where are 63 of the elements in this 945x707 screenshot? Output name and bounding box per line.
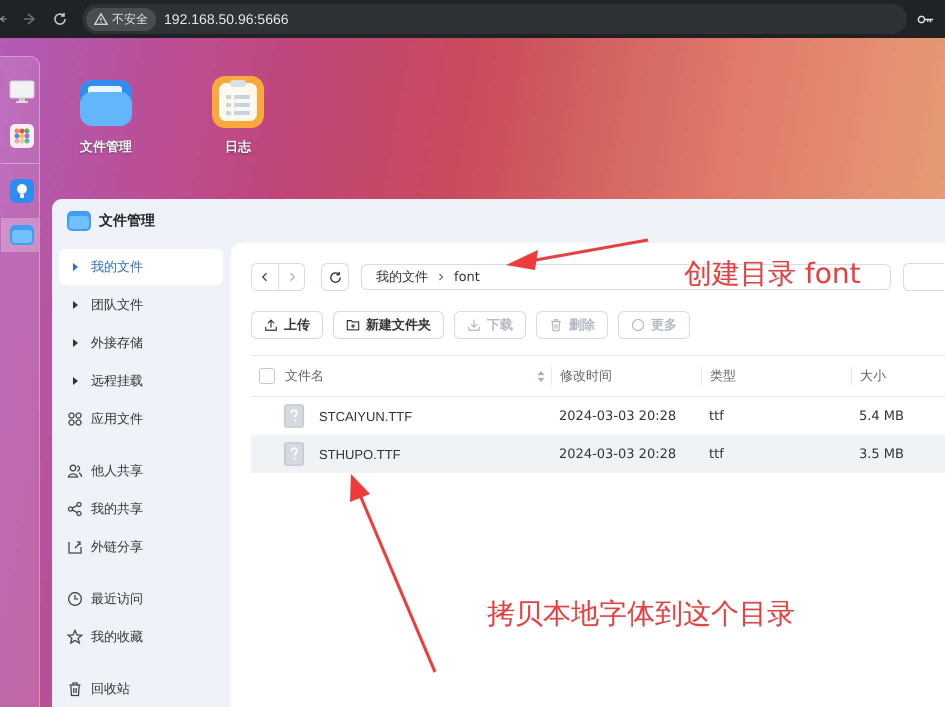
table-cell: ttf <box>709 408 724 424</box>
security-chip[interactable]: 不安全 <box>86 8 156 30</box>
forward-arrow-icon[interactable] <box>22 11 38 27</box>
clock-icon <box>67 591 83 607</box>
file-row[interactable]: STCAIYUN.TTF 2024-03-03 20:28 ttf 5.4 MB <box>251 397 945 435</box>
chevron-right-icon <box>438 273 444 281</box>
unknown-file-icon <box>283 441 305 467</box>
file-row[interactable]: STHUPO.TTF 2024-03-03 20:28 ttf 3.5 MB <box>251 435 945 473</box>
table-cell: 2024-03-03 20:28 <box>559 446 676 462</box>
table-cell: ttf <box>709 446 724 462</box>
annotation-text: 创建目录 font <box>684 256 861 292</box>
toolbar-button[interactable]: 上传 <box>251 311 323 339</box>
search-field[interactable] <box>903 263 944 291</box>
grid-icon <box>67 411 83 427</box>
toolbar-button[interactable]: 新建文件夹 <box>333 311 444 339</box>
sidebar-item[interactable]: 回收站 <box>59 671 223 707</box>
address-bar[interactable]: 不安全 192.168.50.96:5666 <box>82 4 907 34</box>
notepad-icon[interactable] <box>212 76 264 128</box>
external-link-icon <box>67 539 83 555</box>
desktop-icon-label[interactable]: 文件管理 <box>80 138 132 156</box>
upload-icon <box>264 318 278 332</box>
column-header[interactable]: 文件名 <box>285 367 324 385</box>
file-name: STHUPO.TTF <box>319 446 401 462</box>
people-icon <box>67 463 83 479</box>
table-cell: 3.5 MB <box>859 446 904 462</box>
star-icon <box>67 629 83 645</box>
share-icon <box>67 501 83 517</box>
folder-plus-icon <box>346 318 360 332</box>
reload-icon[interactable] <box>52 11 68 27</box>
circle-icon <box>631 318 645 332</box>
file-name: STCAIYUN.TTF <box>319 408 412 424</box>
refresh-icon <box>328 270 342 284</box>
breadcrumb-item[interactable]: font <box>454 270 480 284</box>
table-cell: 5.4 MB <box>859 408 904 424</box>
sidebar-item[interactable]: 我的文件 <box>59 249 223 285</box>
table-cell: 2024-03-03 20:28 <box>559 408 676 424</box>
annotation-text: 拷贝本地字体到这个目录 <box>487 596 795 632</box>
sidebar-item[interactable]: 我的收藏 <box>59 619 223 655</box>
column-header[interactable]: 大小 <box>860 367 886 385</box>
download-icon <box>467 318 481 332</box>
refresh-button[interactable] <box>321 263 349 291</box>
sidebar-item[interactable]: 我的共享 <box>59 491 223 527</box>
window-title: 文件管理 <box>99 212 155 230</box>
select-all-checkbox[interactable] <box>259 368 275 384</box>
folder-icon <box>67 209 91 233</box>
column-header[interactable]: 类型 <box>710 367 736 385</box>
sidebar-item[interactable]: 外链分享 <box>59 529 223 565</box>
trash-icon <box>67 681 83 697</box>
url-text: 192.168.50.96:5666 <box>164 11 289 27</box>
breadcrumb-item[interactable]: 我的文件 <box>376 268 428 286</box>
sidebar-item[interactable]: 外接存储 <box>59 325 223 361</box>
sidebar-item[interactable]: 应用文件 <box>59 401 223 437</box>
sidebar-item[interactable]: 最近访问 <box>59 581 223 617</box>
sidebar-item[interactable]: 远程挂载 <box>59 363 223 399</box>
sidebar-item[interactable]: 他人共享 <box>59 453 223 489</box>
unknown-file-icon <box>283 403 305 429</box>
trash-icon <box>549 318 563 332</box>
warning-icon <box>94 12 108 26</box>
column-header[interactable]: 修改时间 <box>560 367 612 385</box>
sidebar-item[interactable]: 团队文件 <box>59 287 223 323</box>
sort-icon[interactable] <box>537 370 545 382</box>
desktop-icon-label[interactable]: 日志 <box>225 138 251 156</box>
key-icon[interactable] <box>917 14 935 24</box>
